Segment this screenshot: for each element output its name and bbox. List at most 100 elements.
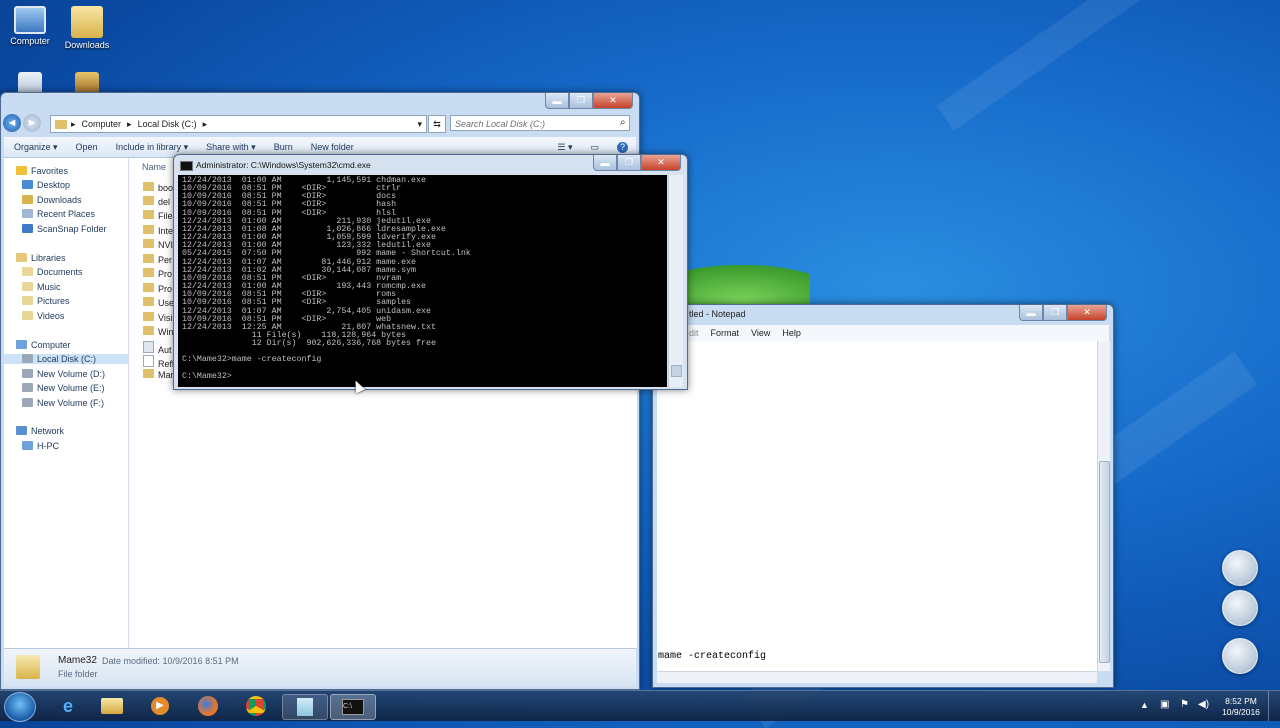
file-row[interactable]: Inte [143,225,173,236]
file-row[interactable]: Pro [143,268,172,279]
maximize-button[interactable]: ❐ [1043,305,1067,321]
menu-edit[interactable]: dit [689,328,699,338]
new-folder-button[interactable]: New folder [311,142,354,152]
file-row[interactable]: boo [143,182,173,193]
tray-arrow-icon[interactable]: ▲ [1140,700,1149,710]
close-button[interactable]: ✕ [641,155,681,171]
gadget-icon[interactable] [1222,590,1258,626]
view-options-icon[interactable]: ☰ ▾ [557,142,572,153]
search-input[interactable]: Search Local Disk (C:) [450,115,630,131]
nav-item-volume-f[interactable]: New Volume (F:) [22,398,104,408]
back-button[interactable]: ◄ [3,114,21,132]
taskbar-media-button[interactable]: ▶ [140,694,180,718]
taskbar-firefox-button[interactable] [188,694,228,718]
taskbar-cmd-button[interactable]: C:\ [330,694,376,720]
maximize-button[interactable]: ❐ [569,93,593,109]
nav-item-recent-places[interactable]: Recent Places [22,209,95,219]
nav-item-videos[interactable]: Videos [22,311,64,321]
taskbar-chrome-button[interactable] [236,694,276,718]
maximize-button[interactable]: ❐ [617,155,641,171]
horizontal-scrollbar[interactable] [657,671,1097,683]
taskbar-explorer-button[interactable] [92,694,132,718]
nav-network-header[interactable]: Network [16,426,64,436]
share-with-button[interactable]: Share with ▾ [206,142,256,153]
address-bar[interactable]: ▸ Computer ▸ Local Disk (C:) ▸ ▾ [50,115,427,133]
chrome-icon [246,696,266,716]
breadcrumb-local-disk[interactable]: Local Disk (C:) [138,119,197,129]
notepad-text-area[interactable]: mame -createconfig [657,341,1097,671]
file-row[interactable]: Use [143,297,174,308]
gadget-icon[interactable] [1222,638,1258,674]
nav-item-documents[interactable]: Documents [22,267,83,277]
nav-item-downloads[interactable]: Downloads [22,195,82,205]
nav-favorites-header[interactable]: Favorites [16,166,68,176]
file-row[interactable]: Mar [143,369,174,380]
nav-item-desktop[interactable]: Desktop [22,180,70,190]
minimize-button[interactable]: ▬ [545,93,569,109]
nav-libraries-header[interactable]: Libraries [16,253,66,263]
scroll-thumb[interactable] [671,365,682,377]
clock-time: 8:52 PM [1225,696,1257,706]
file-row[interactable]: NVI [143,239,173,250]
close-button[interactable]: ✕ [1067,305,1107,321]
taskbar-ie-button[interactable]: e [48,694,88,718]
menu-view[interactable]: View [751,328,770,338]
chevron-down-icon[interactable]: ▾ [417,119,422,130]
file-row[interactable]: Pro [143,283,172,294]
nav-item-music[interactable]: Music [22,282,61,292]
include-in-library-button[interactable]: Include in library ▾ [116,142,189,153]
file-row[interactable]: Aut [143,341,172,355]
nav-computer-header[interactable]: Computer [16,340,71,350]
cmd-console-output[interactable]: 12/24/2013 01:00 AM 1,145,591 chdman.exe… [178,175,667,387]
burn-button[interactable]: Burn [274,142,293,152]
close-button[interactable]: ✕ [593,93,633,109]
tray-flag-icon[interactable]: ⚑ [1180,699,1189,710]
breadcrumb-separator: ▸ [202,118,208,129]
clock[interactable]: 8:52 PM 10/9/2016 [1218,696,1264,718]
taskbar-notepad-button[interactable] [282,694,328,720]
breadcrumb-computer[interactable]: Computer [82,119,122,129]
forward-button[interactable]: ► [23,114,41,132]
organize-button[interactable]: Organize ▾ [14,142,58,153]
details-name: Mame32 [58,655,97,666]
folder-icon [143,312,154,321]
file-row[interactable]: Refl [143,355,174,369]
minimize-button[interactable]: ▬ [1019,305,1043,321]
gadget-icon[interactable] [1222,550,1258,586]
file-row[interactable]: Visi [143,312,172,323]
refresh-button[interactable]: ⇆ [428,115,446,133]
menu-format[interactable]: Format [711,328,740,338]
column-header-name[interactable]: Name [142,162,166,172]
show-desktop-button[interactable] [1268,691,1280,721]
desktop-icon-computer[interactable]: Computer [0,6,60,46]
nav-item-scansnap[interactable]: ScanSnap Folder [22,224,107,234]
folder-icon [16,655,40,679]
file-row[interactable]: Per [143,254,172,265]
desktop-icon-downloads[interactable]: Downloads [57,6,117,50]
menu-help[interactable]: Help [782,328,801,338]
file-row[interactable]: File [143,210,173,221]
tray-volume-icon[interactable]: ◀) [1198,699,1209,710]
tray-network-icon[interactable]: ▣ [1160,699,1169,710]
open-button[interactable]: Open [76,142,98,152]
window-controls: ▬ ❐ ✕ [545,93,633,109]
start-button[interactable] [4,692,36,722]
folder-icon [71,6,103,38]
vertical-scrollbar[interactable] [1097,341,1110,671]
preview-pane-icon[interactable]: ▭ [590,142,599,153]
nav-item-volume-d[interactable]: New Volume (D:) [22,369,105,379]
folder-icon [143,182,154,191]
cmd-window: Administrator: C:\Windows\System32\cmd.e… [173,154,688,390]
nav-item-local-disk-c[interactable]: Local Disk (C:) [4,354,128,364]
file-row[interactable]: Win [143,326,174,337]
explorer-titlebar[interactable] [1,93,639,115]
minimize-button[interactable]: ▬ [593,155,617,171]
nav-item-h-pc[interactable]: H-PC [22,441,59,451]
cmd-icon: C:\ [342,699,364,715]
help-icon[interactable]: ? [617,141,628,153]
scroll-thumb[interactable] [1099,461,1110,663]
file-row[interactable]: del [143,196,170,207]
cmd-scrollbar[interactable] [668,175,683,387]
nav-item-pictures[interactable]: Pictures [22,296,70,306]
nav-item-volume-e[interactable]: New Volume (E:) [22,383,105,393]
